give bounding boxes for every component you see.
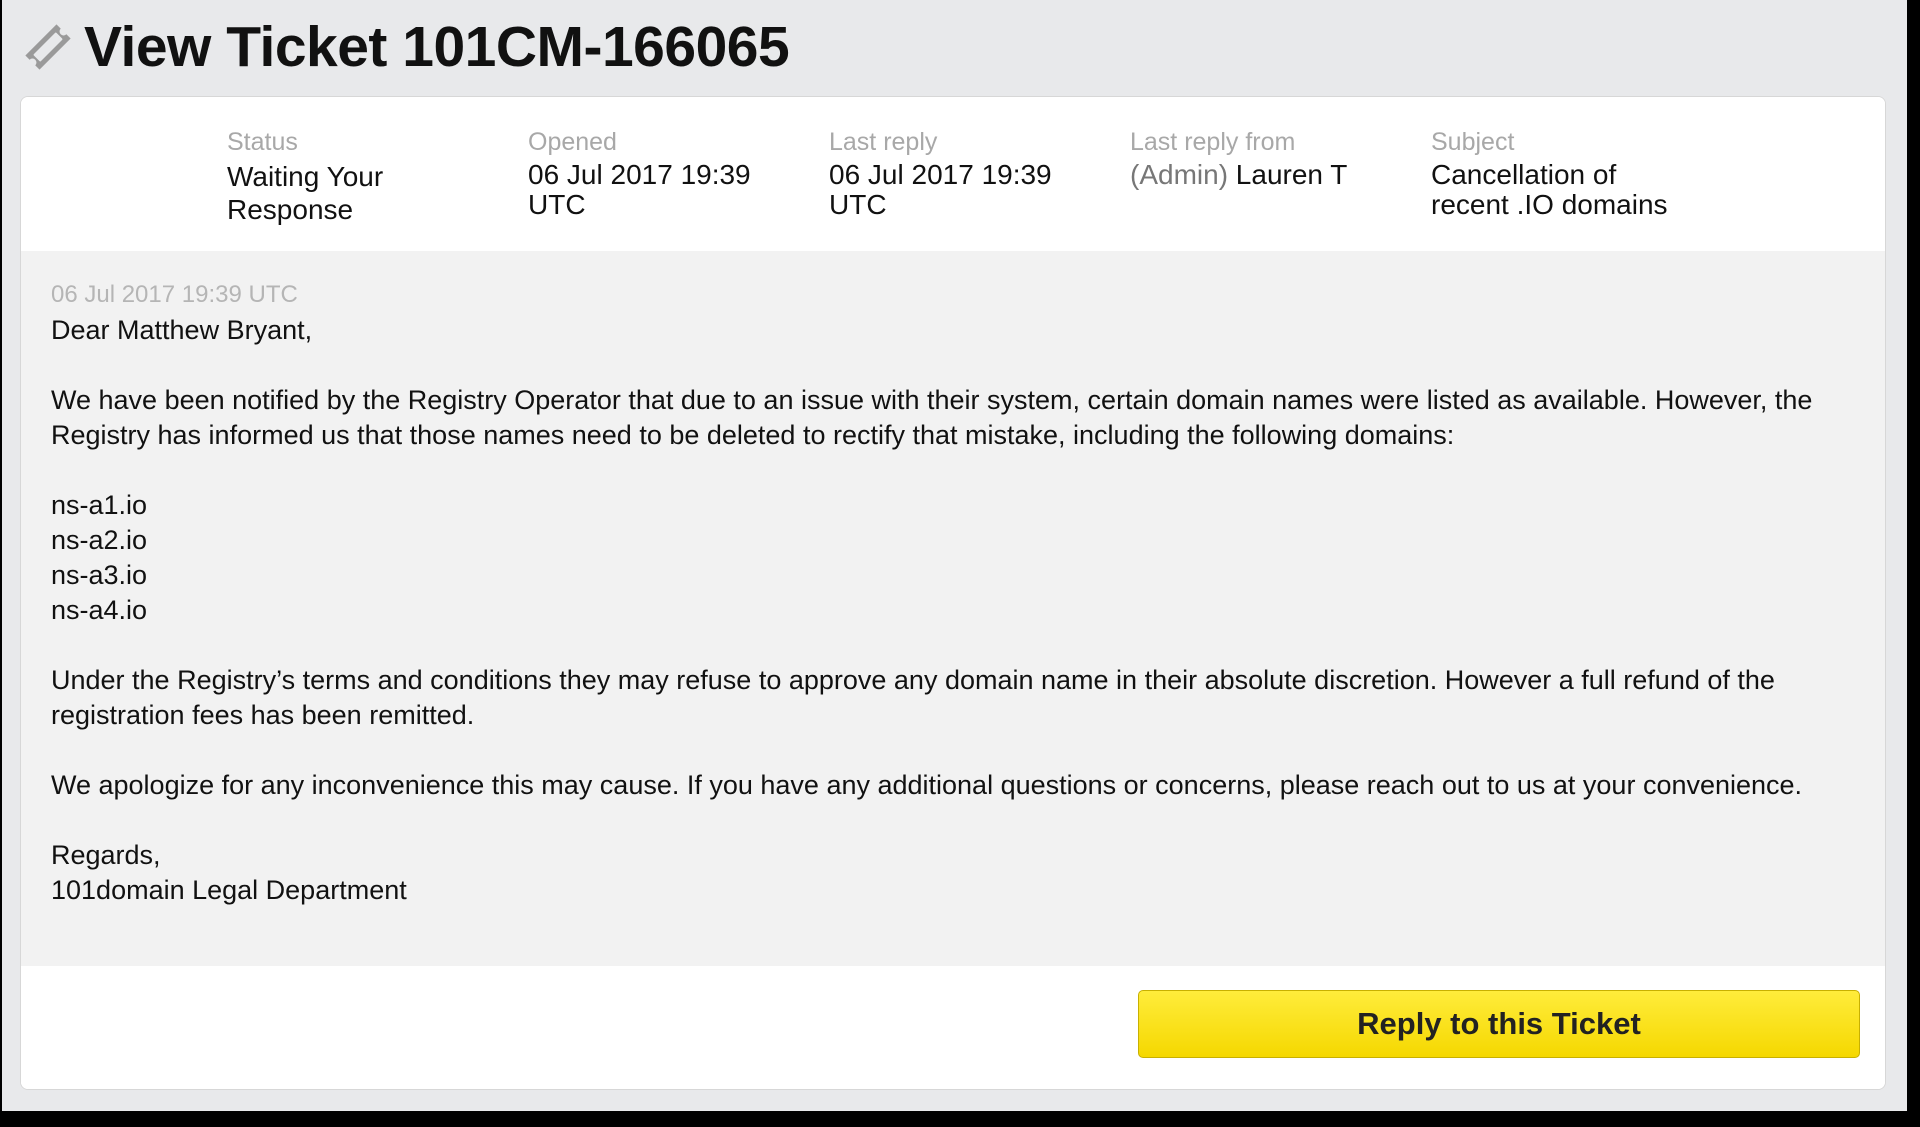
meta-subject: Subject Cancellation of recent .IO domai… (1431, 127, 1691, 220)
meta-status-value: Waiting Your Response (227, 161, 384, 225)
ticket-icon (25, 24, 71, 70)
ticket-footer: Reply to this Ticket (21, 966, 1885, 1089)
admin-role-tag: (Admin) (1130, 159, 1229, 190)
meta-last-reply-from-label: Last reply from (1130, 128, 1296, 156)
meta-subject-label: Subject (1431, 128, 1515, 156)
meta-last-reply-label: Last reply (829, 128, 938, 156)
meta-status: Status Waiting Your Response (227, 127, 467, 226)
meta-subject-value: Cancellation of recent .IO domains (1431, 159, 1668, 220)
meta-last-reply-from: Last reply from (Admin) Lauren T (1130, 127, 1410, 190)
meta-opened-label: Opened (528, 128, 617, 156)
meta-last-reply-from-value: (Admin) Lauren T (1130, 160, 1410, 190)
reply-to-ticket-button[interactable]: Reply to this Ticket (1138, 990, 1860, 1058)
meta-opened: Opened 06 Jul 2017 19:39 UTC (528, 127, 768, 220)
message-body: Dear Matthew Bryant, We have been notifi… (51, 313, 1861, 908)
domain-item: ns-a3.io (51, 560, 148, 590)
message-signature: 101domain Legal Department (51, 875, 407, 905)
meta-last-reply: Last reply 06 Jul 2017 19:39 UTC (829, 127, 1069, 220)
message-date: 06 Jul 2017 19:39 UTC (51, 281, 298, 308)
message-paragraph: Under the Registry’s terms and condition… (51, 665, 1775, 730)
message-paragraph: We apologize for any inconvenience this … (51, 770, 1803, 800)
meta-opened-value: 06 Jul 2017 19:39 UTC (528, 159, 751, 220)
meta-status-label: Status (227, 128, 298, 156)
domain-item: ns-a4.io (51, 595, 148, 625)
ticket-card: Status Waiting Your Response Opened 06 J… (20, 96, 1886, 1090)
ticket-meta: Status Waiting Your Response Opened 06 J… (21, 97, 1885, 251)
page-title: View Ticket 101CM-166065 (84, 15, 790, 79)
admin-name: Lauren T (1235, 159, 1348, 190)
ticket-window: View Ticket 101CM-166065 Status Waiting … (2, 0, 1907, 1111)
message-paragraph: We have been notified by the Registry Op… (51, 385, 1813, 450)
meta-last-reply-value: 06 Jul 2017 19:39 UTC (829, 159, 1052, 220)
message-greeting: Dear Matthew Bryant, (51, 315, 313, 345)
page-header: View Ticket 101CM-166065 (20, 12, 790, 82)
domain-item: ns-a1.io (51, 490, 148, 520)
message-closing: Regards, (51, 840, 161, 870)
domain-item: ns-a2.io (51, 525, 148, 555)
ticket-message: 06 Jul 2017 19:39 UTC Dear Matthew Bryan… (21, 251, 1885, 966)
